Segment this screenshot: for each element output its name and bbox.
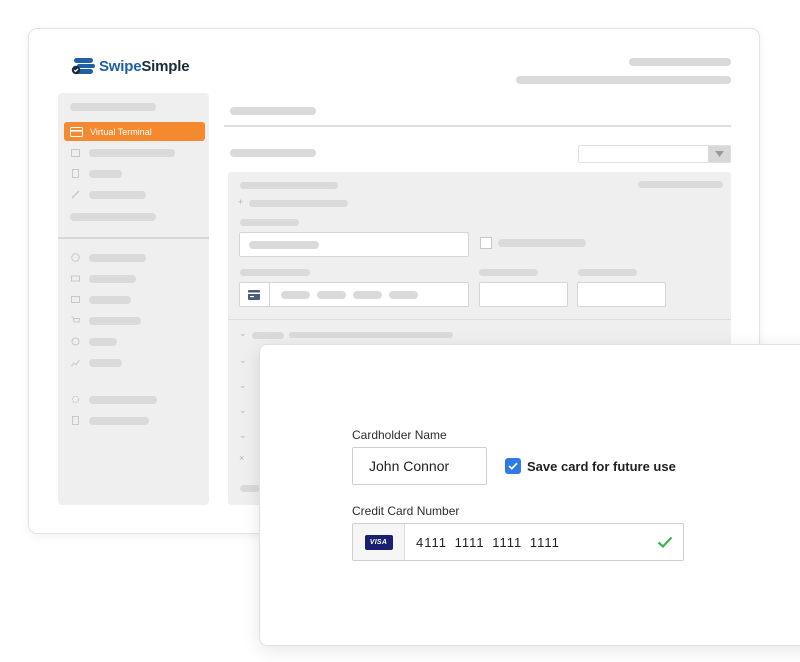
link-icon[interactable] [71,190,80,199]
sidebar: Virtual Terminal [58,93,209,505]
dashboard-icon[interactable] [71,253,80,262]
sidebar-item-placeholder[interactable] [89,417,149,425]
ghost-cvv-input[interactable] [577,282,666,307]
panel-divider [228,319,731,320]
cash-icon[interactable] [71,274,80,283]
sidebar-item-virtual-terminal[interactable]: Virtual Terminal [64,122,205,141]
ghost-card-input[interactable] [239,282,469,307]
checkmark-icon [508,462,518,470]
cardholder-name-label: Cardholder Name [352,428,447,442]
header-placeholder [629,58,731,66]
sidebar-item-placeholder[interactable] [89,317,141,325]
panel-placeholder [479,269,538,276]
input-divider [269,283,270,306]
card-number-input[interactable]: VISA 4111 1111 1111 1111 [352,523,684,561]
card-digits-placeholder [317,291,346,299]
panel-placeholder [240,182,338,189]
badge-icon[interactable] [71,337,80,346]
visa-icon: VISA [364,534,393,550]
sidebar-item-placeholder[interactable] [89,396,157,404]
panel-placeholder [638,181,723,188]
card-digits-placeholder [353,291,382,299]
header-placeholder [516,76,731,84]
chevron-down-icon[interactable]: ⌄ [239,328,247,339]
chart-icon[interactable] [71,358,80,367]
cardholder-name-input[interactable]: John Connor [352,447,487,485]
save-card-checkbox[interactable] [505,458,521,474]
cart-icon[interactable] [71,316,80,325]
panel-placeholder [240,485,260,492]
card-digits-placeholder [389,291,418,299]
panel-placeholder [252,332,284,339]
ghost-name-input[interactable] [239,232,469,257]
panel-placeholder [498,239,586,247]
sidebar-item-placeholder[interactable] [89,254,146,262]
logo-mark-icon [71,58,95,75]
credit-card-icon [70,126,83,137]
panel-placeholder [240,219,299,226]
close-icon[interactable]: × [239,453,244,463]
sidebar-item-placeholder[interactable] [89,359,122,367]
sidebar-placeholder [70,103,156,111]
sidebar-item-label: Virtual Terminal [90,126,152,137]
calendar-icon[interactable] [71,148,80,157]
sidebar-item-placeholder[interactable] [89,338,117,346]
card-number-value: 4111 1111 1111 1111 [416,535,560,550]
chevron-down-icon[interactable]: ⌄ [239,380,247,391]
ghost-checkbox[interactable] [480,237,492,249]
chevron-down-icon [708,146,730,162]
card-digits-placeholder [281,291,310,299]
document-icon[interactable] [71,169,80,178]
ghost-expiry-input[interactable] [479,282,568,307]
sidebar-item-placeholder[interactable] [89,275,136,283]
filter-dropdown[interactable] [578,145,731,163]
sidebar-item-placeholder[interactable] [89,296,131,304]
sidebar-item-placeholder[interactable] [89,170,122,178]
sidebar-item-placeholder[interactable] [89,191,146,199]
section-title-placeholder [230,149,316,157]
payment-form-card: Cardholder Name John Connor Save card fo… [259,344,800,646]
input-placeholder [249,241,319,249]
card-icon[interactable] [71,295,80,304]
chevron-down-icon[interactable]: ⌄ [239,430,247,441]
swipesimple-logo[interactable]: SwipeSimple [71,57,190,75]
panel-placeholder [578,269,637,276]
card-brand-area: VISA [353,524,405,560]
page-title-placeholder [230,107,316,115]
panel-placeholder [249,200,348,207]
card-number-label: Credit Card Number [352,504,460,518]
save-card-checkbox-row[interactable]: Save card for future use [505,458,676,474]
save-card-label: Save card for future use [527,458,676,474]
chevron-down-icon[interactable]: ⌄ [239,405,247,416]
sidebar-item-placeholder[interactable] [89,149,175,157]
check-icon [657,536,673,549]
sidebar-divider [58,237,209,239]
panel-placeholder [240,269,310,276]
credit-card-icon [248,290,260,300]
panel-placeholder [289,332,453,338]
sidebar-placeholder [70,213,156,221]
logo-text: SwipeSimple [99,57,190,75]
report-icon[interactable] [71,416,80,425]
plus-icon[interactable]: + [238,197,243,207]
chevron-down-icon[interactable]: ⌄ [239,355,247,366]
settings-icon[interactable] [71,395,80,404]
page-header-divider [224,125,731,127]
